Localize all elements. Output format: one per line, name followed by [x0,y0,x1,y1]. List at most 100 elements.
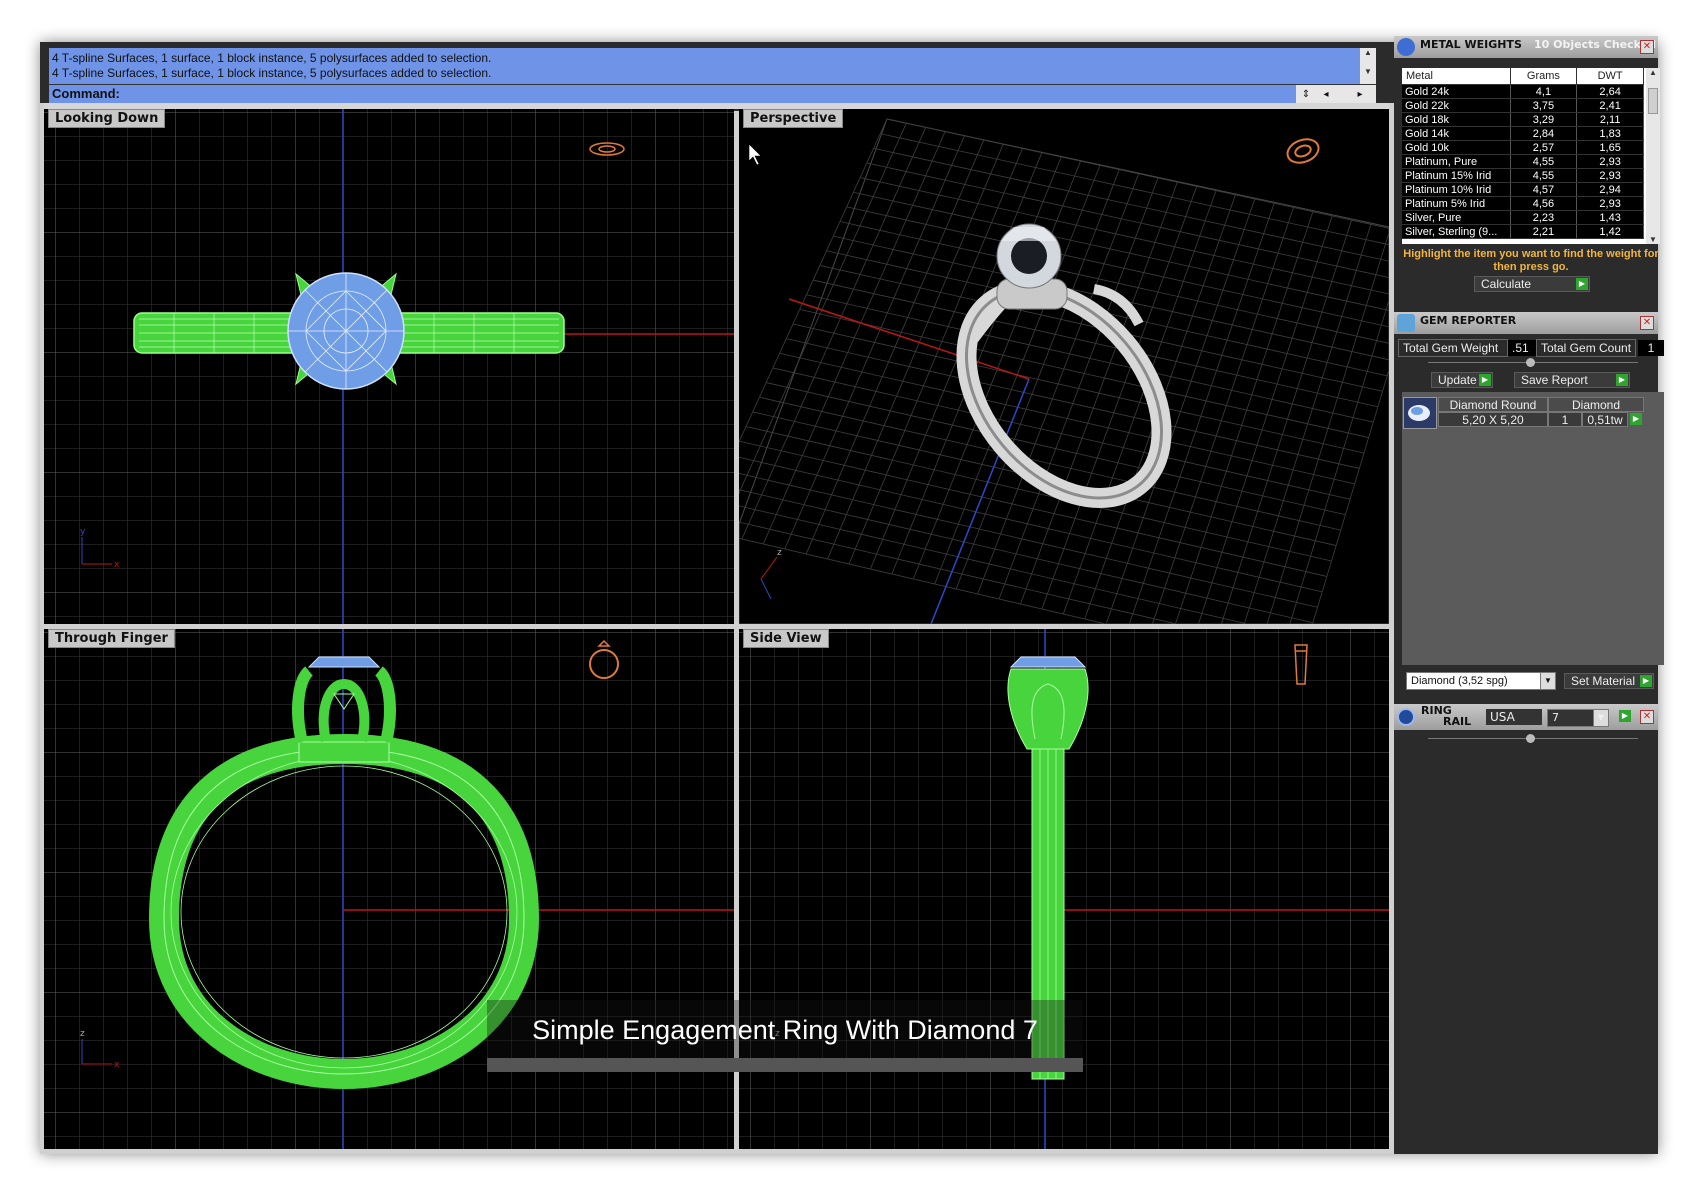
go-arrow-icon[interactable]: ▶ [1640,675,1652,687]
grams-cell: 4,55 [1510,168,1578,183]
dwt-cell: 2,93 [1576,154,1644,169]
table-scrollbar[interactable]: ▲ ▼ [1646,68,1660,244]
go-arrow-icon[interactable]: ▶ [1630,413,1642,425]
close-icon[interactable]: ✕ [1640,40,1654,54]
gem-name: Diamond Round [1438,397,1548,412]
grams-cell: 4,57 [1510,182,1578,197]
close-icon[interactable]: ✕ [1640,316,1654,330]
calculate-button[interactable]: Calculate ▶ [1474,276,1590,292]
arrow-right-icon[interactable]: ▸ [1350,85,1370,104]
dwt-cell: 2,93 [1576,196,1644,211]
table-row[interactable]: Silver, Pure 2,23 1,43 [1402,210,1644,225]
column-header[interactable]: Grams [1510,68,1578,85]
command-nav: ⇕ ◂ ▸ [1296,85,1376,104]
viewport-label[interactable]: Perspective [743,109,844,128]
gem-material: Diamond [1548,397,1644,412]
ring-size-select[interactable]: 7 ▼ [1547,709,1609,727]
objects-checked-status: 10 Objects Checked [1534,38,1656,51]
viewport-looking-down[interactable]: y x Looking Down [44,109,734,624]
metal-weights-title: METAL WEIGHTS [1420,38,1522,51]
metal-weights-table[interactable]: Metal Grams DWT Gold 24k 4,1 2,64 Gold 22k 3… [1402,68,1660,244]
ring-rail-header: RING RAIL USA 7 ▼ ▶ ✕ [1394,704,1658,730]
save-report-button[interactable]: Save Report ▶ [1514,372,1630,388]
metal-weights-icon [1397,38,1415,56]
viewport-label[interactable]: Looking Down [48,109,166,128]
scroll-down-icon[interactable]: ▼ [1360,67,1376,76]
viewport-splitter-horizontal[interactable] [40,624,1394,629]
table-row[interactable]: Gold 10k 2,57 1,65 [1402,140,1644,155]
viewport-splitter-vertical[interactable] [734,111,739,1154]
caption-bar [487,1058,1083,1072]
svg-text:y: y [80,527,86,537]
table-row[interactable]: Platinum 10% Irid 4,57 2,94 [1402,182,1644,197]
gem-weight: 0,51tw [1582,412,1628,427]
table-row[interactable]: Gold 14k 2,84 1,83 [1402,126,1644,141]
close-icon[interactable]: ✕ [1640,710,1654,724]
table-row[interactable]: Gold 22k 3,75 2,41 [1402,98,1644,113]
chevron-down-icon[interactable]: ▼ [1540,673,1555,689]
command-history-line: 4 T-spline Surfaces, 1 surface, 1 block … [52,51,492,65]
ring-rail-go-button[interactable]: ▶ [1616,709,1632,725]
ring-size-value: 7 [1552,711,1559,724]
total-gem-count-value: 1 [1638,340,1664,356]
splitter-handle[interactable] [1526,734,1535,743]
chevron-down-icon[interactable]: ▼ [1593,710,1608,726]
diamond-top [287,272,405,390]
set-material-label: Set Material [1571,674,1636,688]
total-gem-weight-value: .51 [1508,340,1536,356]
gem-list[interactable]: Diamond Round Diamond 5,20 X 5,20 1 0,51… [1402,392,1664,665]
dwt-cell: 2,11 [1576,112,1644,127]
gem-size: 5,20 X 5,20 [1438,412,1548,427]
scroll-down-icon[interactable]: ▼ [1646,235,1660,244]
ring-size-region[interactable]: USA [1486,709,1542,725]
viewport-perspective[interactable]: z Perspective [739,109,1389,624]
divider [40,1149,1394,1154]
command-input[interactable]: Command: ⇕ ◂ ▸ [49,84,1376,104]
viewport-label[interactable]: Side View [743,629,829,648]
viewport-label[interactable]: Through Finger [48,629,175,648]
dwt-cell: 1,83 [1576,126,1644,141]
splitter-handle[interactable] [1526,358,1535,367]
table-row[interactable]: Gold 24k 4,1 2,64 [1402,84,1644,99]
column-header[interactable]: Metal [1402,68,1511,85]
grams-cell: 2,84 [1510,126,1578,141]
grams-cell: 2,23 [1510,210,1578,225]
table-row[interactable]: Platinum 5% Irid 4,56 2,93 [1402,196,1644,211]
metal-name-cell: Silver, Sterling (9... [1402,224,1511,239]
arrow-left-icon[interactable]: ◂ [1316,85,1336,104]
go-arrow-icon[interactable]: ▶ [1616,374,1628,386]
svg-text:x: x [114,1060,120,1070]
gem-reporter-title: GEM REPORTER [1420,314,1517,327]
scroll-up-icon[interactable]: ▲ [1360,48,1376,57]
table-row[interactable]: Silver, Sterling (9... 2,21 1,42 [1402,224,1644,239]
diamond-icon [1403,397,1437,429]
material-select[interactable]: Diamond (3,52 spg) ▼ [1406,672,1556,690]
table-row[interactable]: Platinum 15% Irid 4,55 2,93 [1402,168,1644,183]
material-select-value: Diamond (3,52 spg) [1411,675,1508,687]
gem-go-button[interactable]: ▶ [1628,412,1644,428]
set-material-button[interactable]: Set Material ▶ [1564,673,1654,689]
spinner-icon[interactable]: ⇕ [1296,85,1316,104]
dwt-cell: 2,94 [1576,182,1644,197]
dwt-cell: 2,41 [1576,98,1644,113]
metal-name-cell: Platinum 5% Irid [1402,196,1511,211]
go-arrow-icon[interactable]: ▶ [1479,374,1491,386]
go-arrow-icon[interactable]: ▶ [1619,710,1631,722]
table-row[interactable]: Gold 18k 3,29 2,11 [1402,112,1644,127]
go-arrow-icon[interactable]: ▶ [1576,278,1588,290]
command-history-scrollbar[interactable]: ▲ ▼ [1360,48,1376,84]
list-item[interactable]: Diamond Round Diamond 5,20 X 5,20 1 0,51… [1402,392,1664,429]
ring-rail-title-line2: RAIL [1443,715,1472,728]
scroll-thumb[interactable] [1648,88,1658,114]
command-history: 4 T-spline Surfaces, 1 surface, 1 block … [49,48,1360,84]
gem-reporter-header: GEM REPORTER ✕ [1394,312,1658,334]
metal-name-cell: Gold 18k [1402,112,1511,127]
dwt-cell: 2,93 [1576,168,1644,183]
scroll-up-icon[interactable]: ▲ [1646,68,1660,77]
update-button[interactable]: Update ▶ [1431,372,1493,388]
grams-cell: 4,56 [1510,196,1578,211]
column-header[interactable]: DWT [1576,68,1644,85]
side-panel: METAL WEIGHTS 10 Objects Checked ✕ Metal… [1394,36,1664,1154]
command-history-line: 4 T-spline Surfaces, 1 surface, 1 block … [52,66,492,80]
table-row[interactable]: Platinum, Pure 4,55 2,93 [1402,154,1644,169]
